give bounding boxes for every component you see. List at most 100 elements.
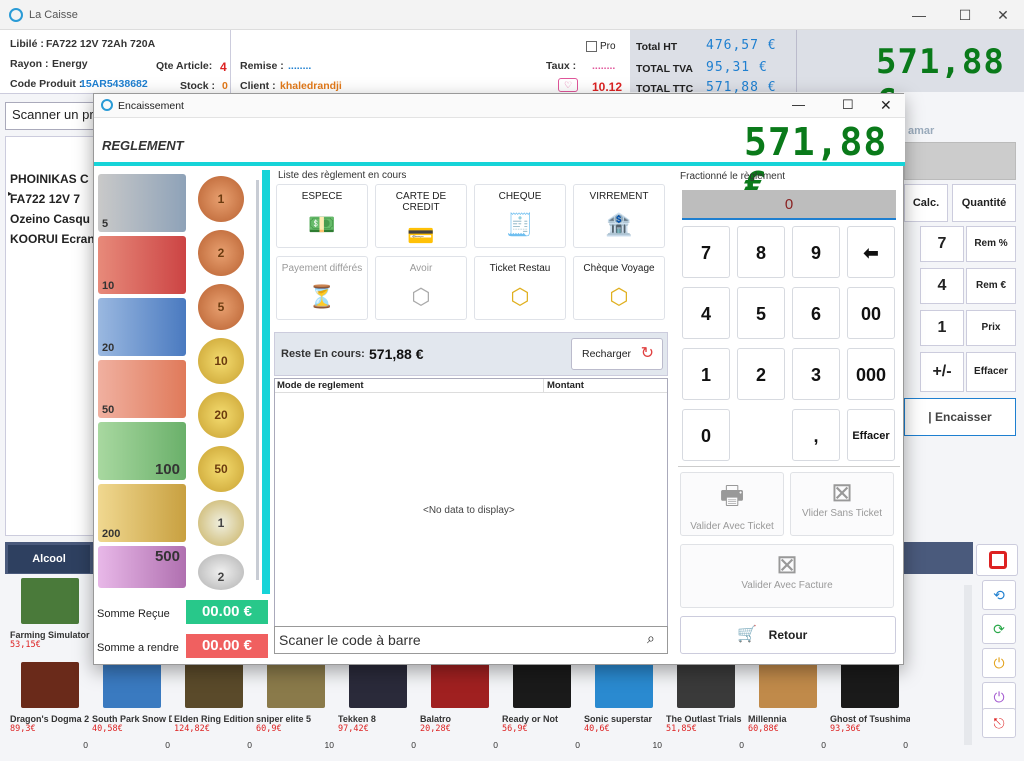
dialog-logo-icon	[101, 99, 113, 111]
cash-scrollbar[interactable]	[256, 180, 259, 580]
refresh-icon[interactable]: ⟲	[982, 580, 1016, 610]
game-tile[interactable]: sniper elite 5 60,9€ 10	[256, 662, 336, 752]
share-icon[interactable]	[976, 544, 1018, 576]
game-stock: 0	[821, 740, 826, 750]
coin-5-cent[interactable]: 5	[198, 284, 244, 330]
calc-button[interactable]: Calc.	[904, 184, 948, 222]
dialog-minimize-button[interactable]: —	[792, 97, 805, 112]
search-icon[interactable]: ⌕	[647, 630, 655, 647]
valider-facture-button[interactable]: ⊠ Valider Avec Facture	[680, 544, 894, 608]
keypad-key-12[interactable]: 0	[682, 409, 730, 461]
keypad-key-9[interactable]: 2	[737, 348, 785, 400]
cash-hand-icon: 💵	[308, 212, 336, 237]
banknote-10[interactable]: 10	[98, 236, 186, 294]
bg-key-4[interactable]: 4	[920, 268, 964, 304]
banknote-500-label: 500	[154, 548, 180, 565]
game-name: South Park Snow Da	[92, 714, 172, 724]
keypad-key-5[interactable]: 5	[737, 287, 785, 339]
credit-card-icon: 💳	[407, 223, 435, 248]
banknote-50[interactable]: 50	[98, 360, 186, 418]
payment-1-button[interactable]: CARTE DE CREDIT 💳	[375, 184, 467, 248]
coin-50-cent[interactable]: 50	[198, 446, 244, 492]
game-tile[interactable]: Dragon's Dogma 2 89,3€ 0	[10, 662, 90, 752]
coin-1-cent[interactable]: 1	[198, 176, 244, 222]
grid-col-montant[interactable]: Montant	[547, 380, 584, 391]
remise-value: ........	[288, 60, 312, 72]
payment-6-button[interactable]: Ticket Restau ⬡	[474, 256, 566, 320]
bg-effacer-button[interactable]: Effacer	[966, 352, 1016, 392]
valider-ticket-button[interactable]: 🖶 Valider Avec Ticket	[680, 472, 784, 536]
banknote-200[interactable]: 200	[98, 484, 186, 542]
power-icon[interactable]: ⏻	[982, 648, 1016, 678]
coin-10-cent[interactable]: 10	[198, 338, 244, 384]
game-tile[interactable]: Tekken 8 97,42€ 0	[338, 662, 418, 752]
keypad-key-3[interactable]: ⬅	[847, 226, 895, 278]
rem-eur-button[interactable]: Rem €	[966, 268, 1016, 304]
keypad-key-4[interactable]: 4	[682, 287, 730, 339]
keypad-key-10[interactable]: 3	[792, 348, 840, 400]
fraction-input[interactable]: 0	[682, 190, 896, 220]
dialog-maximize-button[interactable]: ☐	[842, 97, 854, 113]
game-tile[interactable]: Millennia 60,88€ 0	[748, 662, 828, 752]
logout-icon[interactable]: ⎋	[982, 708, 1016, 738]
scrollbar[interactable]	[964, 585, 972, 745]
keypad-key-7[interactable]: 00	[847, 287, 895, 339]
banknote-5[interactable]: 5	[98, 174, 186, 232]
banknote-100[interactable]: 100	[98, 422, 186, 480]
game-tile[interactable]: Farming Simulator 53,15€	[10, 578, 90, 668]
dialog-title: Encaissement	[118, 100, 184, 112]
keypad-key-14[interactable]: ,	[792, 409, 840, 461]
retour-button[interactable]: 🛒 Retour	[680, 616, 896, 654]
game-tile[interactable]: South Park Snow Da 40,58€ 0	[92, 662, 172, 752]
coin-1-euro[interactable]: 1	[198, 500, 244, 546]
rem-pct-button[interactable]: Rem %	[966, 226, 1016, 262]
payment-2-button[interactable]: CHEQUE 🧾	[474, 184, 566, 248]
game-tile[interactable]: The Outlast Trials 51,85€ 0	[666, 662, 746, 752]
payment-0-button[interactable]: ESPECE 💵	[276, 184, 368, 248]
keypad-key-6[interactable]: 6	[792, 287, 840, 339]
keypad-key-11[interactable]: 000	[847, 348, 895, 400]
game-tile[interactable]: Elden Ring Edition L 124,82€ 0	[174, 662, 254, 752]
banknote-500[interactable]: 500	[98, 546, 186, 588]
game-tile[interactable]: Sonic superstar 40,6€ 10	[584, 662, 664, 752]
barcode-scan-input[interactable]: Scaner le code à barre ⌕	[274, 626, 668, 654]
keypad-key-15[interactable]: Effacer	[847, 409, 895, 461]
game-tile[interactable]: Ghost of Tsushima 93,36€ 0	[830, 662, 910, 752]
bg-key-7[interactable]: 7	[920, 226, 964, 262]
payment-4-button[interactable]: Payement différés ⏳	[276, 256, 368, 320]
pro-checkbox[interactable]	[586, 41, 597, 52]
maximize-button[interactable]: ☐	[950, 6, 980, 24]
prix-button[interactable]: Prix	[966, 310, 1016, 346]
plus-minus-button[interactable]: +/-	[920, 352, 964, 392]
coin-2-euro-label: 2	[217, 570, 225, 584]
game-cover	[267, 662, 325, 708]
game-name: Dragon's Dogma 2	[10, 714, 90, 724]
keypad-key-2[interactable]: 9	[792, 226, 840, 278]
payment-3-button[interactable]: VIRREMENT 🏦	[573, 184, 665, 248]
payment-grid[interactable]: Mode de reglement Montant <No data to di…	[274, 378, 668, 628]
quantite-button[interactable]: Quantité	[952, 184, 1016, 222]
coin-20-cent[interactable]: 20	[198, 392, 244, 438]
close-button[interactable]: ✕	[988, 6, 1018, 24]
minimize-button[interactable]: —	[904, 6, 934, 24]
keypad-key-1[interactable]: 8	[737, 226, 785, 278]
banknote-20[interactable]: 20	[98, 298, 186, 356]
payment-7-button[interactable]: Chèque Voyage ⬡	[573, 256, 665, 320]
encaisser-button[interactable]: | Encaisser	[904, 398, 1016, 436]
category-tab-alcool[interactable]: Alcool	[8, 545, 90, 573]
game-tile[interactable]: Ready or Not 56,9€ 0	[502, 662, 582, 752]
payment-5-button[interactable]: Avoir ⬡	[375, 256, 467, 320]
recharger-button[interactable]: Recharger ↻	[571, 338, 663, 370]
dialog-close-button[interactable]: ✕	[880, 97, 892, 114]
sync-icon[interactable]: ⟳	[982, 614, 1016, 644]
keypad-key-8[interactable]: 1	[682, 348, 730, 400]
app-title: La Caisse	[29, 9, 78, 21]
grid-col-mode[interactable]: Mode de reglement	[277, 380, 364, 391]
bg-key-1[interactable]: 1	[920, 310, 964, 346]
heart-icon[interactable]: ♡	[558, 78, 578, 92]
coin-2-euro[interactable]: 2	[198, 554, 244, 590]
game-tile[interactable]: Balatro 20,28€ 0	[420, 662, 500, 752]
valider-sans-ticket-button[interactable]: ⊠ Vlider Sans Ticket	[790, 472, 894, 536]
keypad-key-0[interactable]: 7	[682, 226, 730, 278]
coin-2-cent[interactable]: 2	[198, 230, 244, 276]
